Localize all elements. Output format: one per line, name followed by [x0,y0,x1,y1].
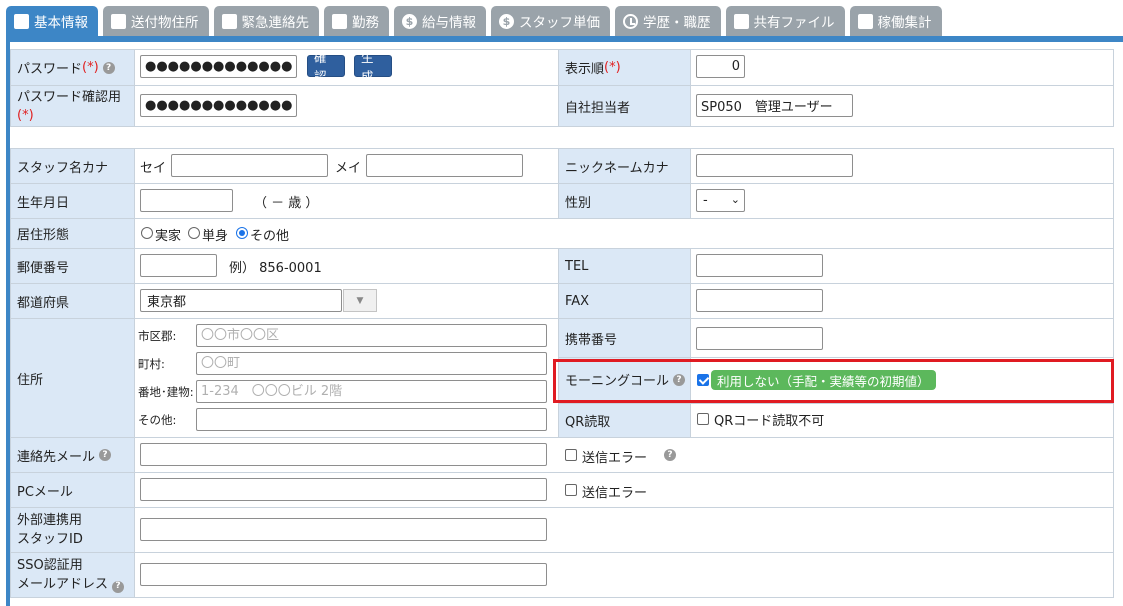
tab-work[interactable]: 勤務 [324,6,389,36]
pc-mail-error-label: 送信エラー [582,486,648,501]
gender-select[interactable]: - ⌄ [696,189,745,212]
fax-input[interactable] [696,289,823,312]
street-input[interactable] [196,380,547,403]
chevron-down-icon: ⌄ [730,193,740,206]
mobile-input[interactable] [696,327,823,350]
postal-label: 郵便番号 [10,248,135,284]
display-order-cell [690,49,1114,86]
town-label: 町村: [138,357,165,371]
residence-radio-home[interactable] [141,227,153,239]
edit-icon [332,13,347,29]
display-order-input[interactable] [696,55,745,78]
sei-input[interactable] [171,154,328,177]
edit-icon [221,13,237,29]
dollar-icon: $ [402,13,417,29]
contact-mail-error-checkbox[interactable] [565,449,577,461]
residence-option-label: 実家 [155,229,182,244]
highlight-box [553,359,1114,403]
address-label: 住所 [10,318,135,438]
city-label: 市区郡: [138,329,177,343]
edit-icon [857,13,873,29]
residence-label: 居住形態 [10,218,135,249]
qr-label: QR読取 [558,403,691,438]
edit-icon [733,13,749,29]
tel-input[interactable] [696,254,823,277]
tel-label: TEL [558,248,691,284]
prefecture-select[interactable]: 東京都 [140,289,342,312]
tab-mailing-address[interactable]: 送付物住所 [103,6,209,36]
contact-mail-error-label: 送信エラー [582,451,648,466]
postal-input[interactable] [140,254,217,277]
confirm-password-button[interactable]: 確認 [307,50,345,84]
sso-mail-input[interactable] [140,563,547,586]
contact-mail-input[interactable] [140,443,547,466]
password-confirm-input[interactable] [140,94,297,117]
birthdate-label: 生年月日 [10,183,135,219]
external-id-label: 外部連携用 スタッフID [10,507,135,553]
sei-label: セイ [140,161,167,176]
birthdate-input[interactable] [140,189,233,212]
prefecture-dropdown-button[interactable]: ▼ [343,289,377,312]
help-icon[interactable]: ? [102,61,115,74]
tab-salary[interactable]: $ 給与情報 [394,6,486,36]
tab-work-summary[interactable]: 稼働集計 [849,6,942,36]
residence-radio-single[interactable] [188,227,200,239]
help-icon[interactable]: ? [99,449,112,461]
generate-password-button[interactable]: 生成 [354,50,392,84]
tab-shared-files[interactable]: 共有ファイル [725,6,845,36]
tab-basic-info[interactable]: 基本情報 [6,6,98,36]
help-icon[interactable]: ? [664,449,676,461]
age-text: （ － 歳 ） [254,196,319,211]
password-confirm-label: パスワード確認用 (*) [10,85,135,127]
pc-mail-error-checkbox[interactable] [565,484,577,496]
password-input[interactable] [140,55,297,78]
gender-cell [690,183,1114,219]
other-label: その他: [138,413,177,427]
prefecture-label: 都道府県 [10,283,135,319]
password-label: パスワード (*)? [10,49,135,86]
dollar-icon: $ [499,13,514,29]
town-input[interactable] [196,352,547,375]
nickname-kana-label: ニックネームカナ [558,148,691,184]
clock-icon [623,13,638,29]
qr-checkbox[interactable] [697,413,709,425]
postal-example: 例） 856-0001 [229,261,322,276]
contact-mail-label: 連絡先メール? [10,437,135,473]
nickname-kana-input[interactable] [696,154,853,177]
caret-down-icon: ▼ [356,295,364,306]
edit-icon [111,13,126,29]
street-label: 番地･建物: [138,385,194,399]
mei-label: メイ [335,161,362,176]
sso-mail-label: SSO認証用 メールアドレス? [10,552,135,598]
city-input[interactable] [196,324,547,347]
residence-option-label: その他 [250,229,290,244]
pc-mail-label: PCメール [10,472,135,508]
mei-input[interactable] [366,154,523,177]
staff-kana-label: スタッフ名カナ [10,148,135,184]
help-icon[interactable]: ? [112,580,125,593]
external-id-input[interactable] [140,518,547,541]
other-address-input[interactable] [196,408,547,431]
tab-bar: 基本情報 送付物住所 緊急連絡先 勤務 $ 給与情報 $ スタッフ単価 学歴・職歴 … [6,6,947,36]
residence-radio-other[interactable] [236,227,248,239]
gender-label: 性別 [558,183,691,219]
tab-emergency-contact[interactable]: 緊急連絡先 [213,6,319,36]
display-order-label: 表示順 (*) [558,49,691,86]
tab-education-career[interactable]: 学歴・職歴 [615,6,721,36]
fax-label: FAX [558,283,691,319]
company-manager-label: 自社担当者 [558,85,691,127]
tab-staff-rate[interactable]: $ スタッフ単価 [491,6,610,36]
residence-option-label: 単身 [202,229,229,244]
qr-checkbox-label: QRコード読取不可 [714,414,825,429]
company-manager-input[interactable] [696,94,853,117]
pc-mail-input[interactable] [140,478,547,501]
mobile-label: 携帯番号 [558,318,691,358]
edit-icon [14,13,29,29]
